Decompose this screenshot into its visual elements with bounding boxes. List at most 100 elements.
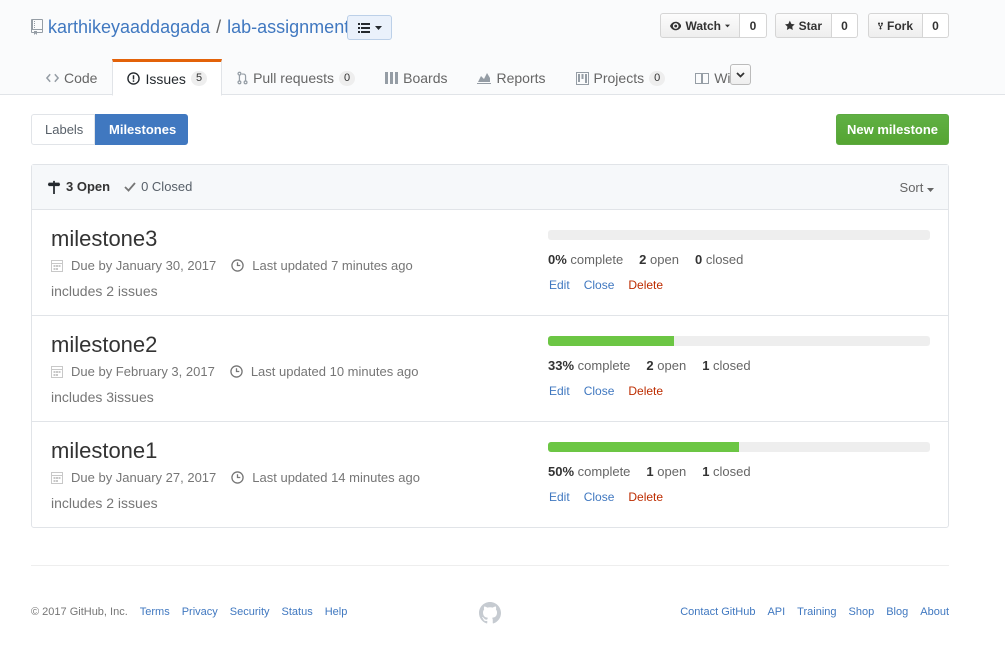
watch-count[interactable]: 0 <box>740 13 767 38</box>
due-date-text: Due by January 27, 2017 <box>71 470 217 485</box>
milestone-actions: Edit Close Delete <box>549 490 663 504</box>
repo-nav: Code Issues 5 Pull requests 0 Boards Rep… <box>31 59 756 96</box>
repo-header: karthikeyaaddagada / lab-assignments Wat… <box>0 0 1005 96</box>
clock-icon <box>230 365 243 378</box>
progress-bar <box>548 230 930 240</box>
footer-link-security[interactable]: Security <box>230 606 270 618</box>
footer-link-terms[interactable]: Terms <box>140 606 170 618</box>
close-link[interactable]: Close <box>584 384 615 398</box>
last-updated: Last updated 14 minutes ago <box>231 470 420 485</box>
tab-pull-requests-label: Pull requests <box>253 70 334 86</box>
star-icon <box>785 20 795 30</box>
open-count-label: 3 Open <box>66 179 111 194</box>
footer-link-contact[interactable]: Contact GitHub <box>680 606 755 618</box>
footer-link-blog[interactable]: Blog <box>886 606 908 618</box>
nav-more-button[interactable] <box>730 64 751 85</box>
issues-counter: 5 <box>190 71 208 86</box>
fork-count[interactable]: 0 <box>923 13 949 38</box>
delete-link[interactable]: Delete <box>628 384 663 398</box>
milestone-title[interactable]: milestone1 <box>51 438 157 464</box>
footer-link-privacy[interactable]: Privacy <box>182 606 218 618</box>
star-count[interactable]: 0 <box>832 13 858 38</box>
footer-link-about[interactable]: About <box>920 606 949 618</box>
projects-counter: 0 <box>649 70 666 86</box>
close-link[interactable]: Close <box>584 278 615 292</box>
complete-label: complete <box>577 358 631 373</box>
tab-projects[interactable]: Projects 0 <box>561 59 681 95</box>
sort-dropdown[interactable]: Sort <box>900 180 934 195</box>
list-menu-button[interactable] <box>347 15 392 40</box>
repo-name-link[interactable]: lab-assignments <box>227 17 358 38</box>
check-icon <box>124 181 136 192</box>
repo-separator: / <box>216 16 222 37</box>
edit-link[interactable]: Edit <box>549 490 570 504</box>
open-label: open <box>650 252 679 267</box>
code-icon <box>46 73 59 83</box>
milestone-list-header: 3 Open 0 Closed Sort <box>32 165 948 210</box>
calendar-icon <box>51 472 63 484</box>
labels-tab[interactable]: Labels <box>31 114 95 145</box>
mark-github-icon[interactable] <box>479 602 501 627</box>
due-date: Due by February 3, 2017 <box>51 364 215 379</box>
milestone-stats: 0% complete 2 open 0 closed <box>548 252 743 267</box>
milestone-meta: Due by January 30, 2017 Last updated 7 m… <box>51 258 428 273</box>
delete-link[interactable]: Delete <box>628 490 663 504</box>
percent-complete: 33% complete <box>548 358 630 373</box>
repo-forked-icon <box>878 22 883 29</box>
clock-icon <box>231 259 245 272</box>
closed-issues: 1 closed <box>702 464 750 479</box>
milestone-title[interactable]: milestone3 <box>51 226 157 252</box>
tab-reports[interactable]: Reports <box>462 59 560 95</box>
sort-label: Sort <box>899 180 924 195</box>
last-updated-text: Last updated 10 minutes ago <box>250 364 419 379</box>
labels-milestones-switch: Labels Milestones <box>31 114 188 145</box>
tab-issues[interactable]: Issues 5 <box>112 59 223 96</box>
milestone-title[interactable]: milestone2 <box>51 332 157 358</box>
closed-issues: 0 closed <box>695 252 743 267</box>
tab-code[interactable]: Code <box>31 59 112 95</box>
footer-link-status[interactable]: Status <box>282 606 313 618</box>
closed-issues-count: 0 <box>694 252 703 267</box>
progress-fill <box>548 442 739 452</box>
calendar-icon <box>51 260 63 272</box>
delete-link[interactable]: Delete <box>628 278 663 292</box>
milestones-tab[interactable]: Milestones <box>95 114 188 145</box>
watch-button[interactable]: Watch <box>660 13 740 38</box>
star-button[interactable]: Star <box>775 13 832 38</box>
tab-boards[interactable]: Boards <box>370 59 462 95</box>
tab-pull-requests[interactable]: Pull requests 0 <box>222 59 370 95</box>
closed-filter[interactable]: 0 Closed <box>124 179 192 194</box>
footer-link-help[interactable]: Help <box>325 606 348 618</box>
project-icon <box>575 71 589 85</box>
open-issues-count: 1 <box>646 464 654 479</box>
closed-issues: 1 closed <box>702 358 750 373</box>
repo-owner-link[interactable]: karthikeyaaddagada <box>48 17 210 38</box>
close-link[interactable]: Close <box>584 490 615 504</box>
watch-group: Watch 0 <box>660 13 767 38</box>
tab-issues-label: Issues <box>145 70 186 87</box>
closed-label: closed <box>705 252 744 267</box>
eye-icon <box>670 21 682 30</box>
clock-icon <box>231 471 245 484</box>
percent-complete: 50% complete <box>548 464 630 479</box>
footer-link-shop[interactable]: Shop <box>849 606 875 618</box>
site-footer: © 2017 GitHub, Inc. Terms Privacy Securi… <box>31 565 949 645</box>
last-updated: Last updated 10 minutes ago <box>230 364 419 379</box>
open-filter[interactable]: 3 Open <box>47 179 110 194</box>
fork-group: Fork 0 <box>868 13 949 38</box>
footer-link-training[interactable]: Training <box>797 606 836 618</box>
fork-button[interactable]: Fork <box>868 13 923 38</box>
progress-fill <box>548 336 675 346</box>
pulls-counter: 0 <box>339 70 356 86</box>
edit-link[interactable]: Edit <box>549 278 570 292</box>
tab-boards-label: Boards <box>403 70 448 86</box>
edit-link[interactable]: Edit <box>549 384 570 398</box>
closed-issues-count: 1 <box>702 358 710 373</box>
new-milestone-button[interactable]: New milestone <box>836 114 949 145</box>
footer-left: © 2017 GitHub, Inc. Terms Privacy Securi… <box>31 606 347 618</box>
open-issues-count: 2 <box>646 358 654 373</box>
percent-value: 0% <box>548 252 567 267</box>
milestone-actions: Edit Close Delete <box>549 278 663 292</box>
footer-link-api[interactable]: API <box>767 606 785 618</box>
last-updated-text: Last updated 14 minutes ago <box>252 470 420 485</box>
